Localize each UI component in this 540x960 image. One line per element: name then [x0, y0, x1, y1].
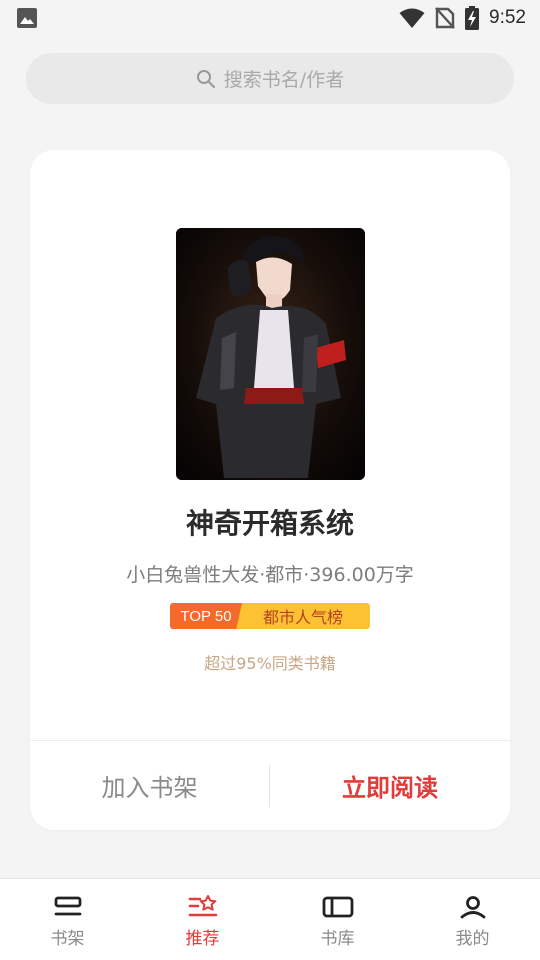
- bookshelf-icon: [53, 895, 83, 919]
- nav-item-recommend[interactable]: 推荐: [135, 879, 270, 960]
- nav-item-profile[interactable]: 我的: [405, 879, 540, 960]
- profile-icon: [458, 895, 488, 919]
- rank-description: 超过95%同类书籍: [204, 654, 336, 673]
- image-icon: [16, 7, 38, 29]
- book-meta: 小白兔兽性大发·都市·396.00万字: [126, 564, 414, 586]
- nav-label-library: 书库: [320, 929, 355, 949]
- library-icon: [322, 895, 354, 919]
- status-bar: 9:52: [0, 0, 540, 36]
- nav-item-bookshelf[interactable]: 书架: [0, 879, 135, 960]
- bottom-nav: 书架 推荐 书库 我的: [0, 878, 540, 960]
- status-time: 9:52: [489, 7, 526, 28]
- status-right: 9:52: [399, 6, 526, 30]
- book-title[interactable]: 神奇开箱系统: [30, 502, 510, 542]
- search-icon: [196, 69, 216, 89]
- book-card: 神奇开箱系统 小白兔兽性大发·都市·396.00万字 TOP 50 都市人气榜 …: [30, 150, 510, 830]
- rank-badge: TOP 50 都市人气榜: [170, 603, 370, 629]
- nav-label-recommend: 推荐: [185, 929, 220, 949]
- nav-item-library[interactable]: 书库: [270, 879, 405, 960]
- wifi-icon: [399, 7, 425, 29]
- rank-top-label: TOP 50: [170, 603, 242, 629]
- nav-label-profile: 我的: [455, 929, 490, 949]
- status-left: [16, 7, 38, 29]
- add-to-shelf-button[interactable]: 加入书架: [30, 741, 269, 830]
- recommend-icon: [188, 895, 218, 919]
- book-cover[interactable]: [176, 228, 365, 480]
- rank-list-label: 都市人气榜: [236, 603, 370, 629]
- search-input[interactable]: 搜索书名/作者: [26, 53, 514, 104]
- battery-charging-icon: [465, 6, 480, 30]
- nav-label-bookshelf: 书架: [50, 929, 85, 949]
- read-now-button[interactable]: 立即阅读: [270, 741, 510, 830]
- search-placeholder: 搜索书名/作者: [223, 69, 345, 91]
- no-sim-icon: [435, 6, 455, 30]
